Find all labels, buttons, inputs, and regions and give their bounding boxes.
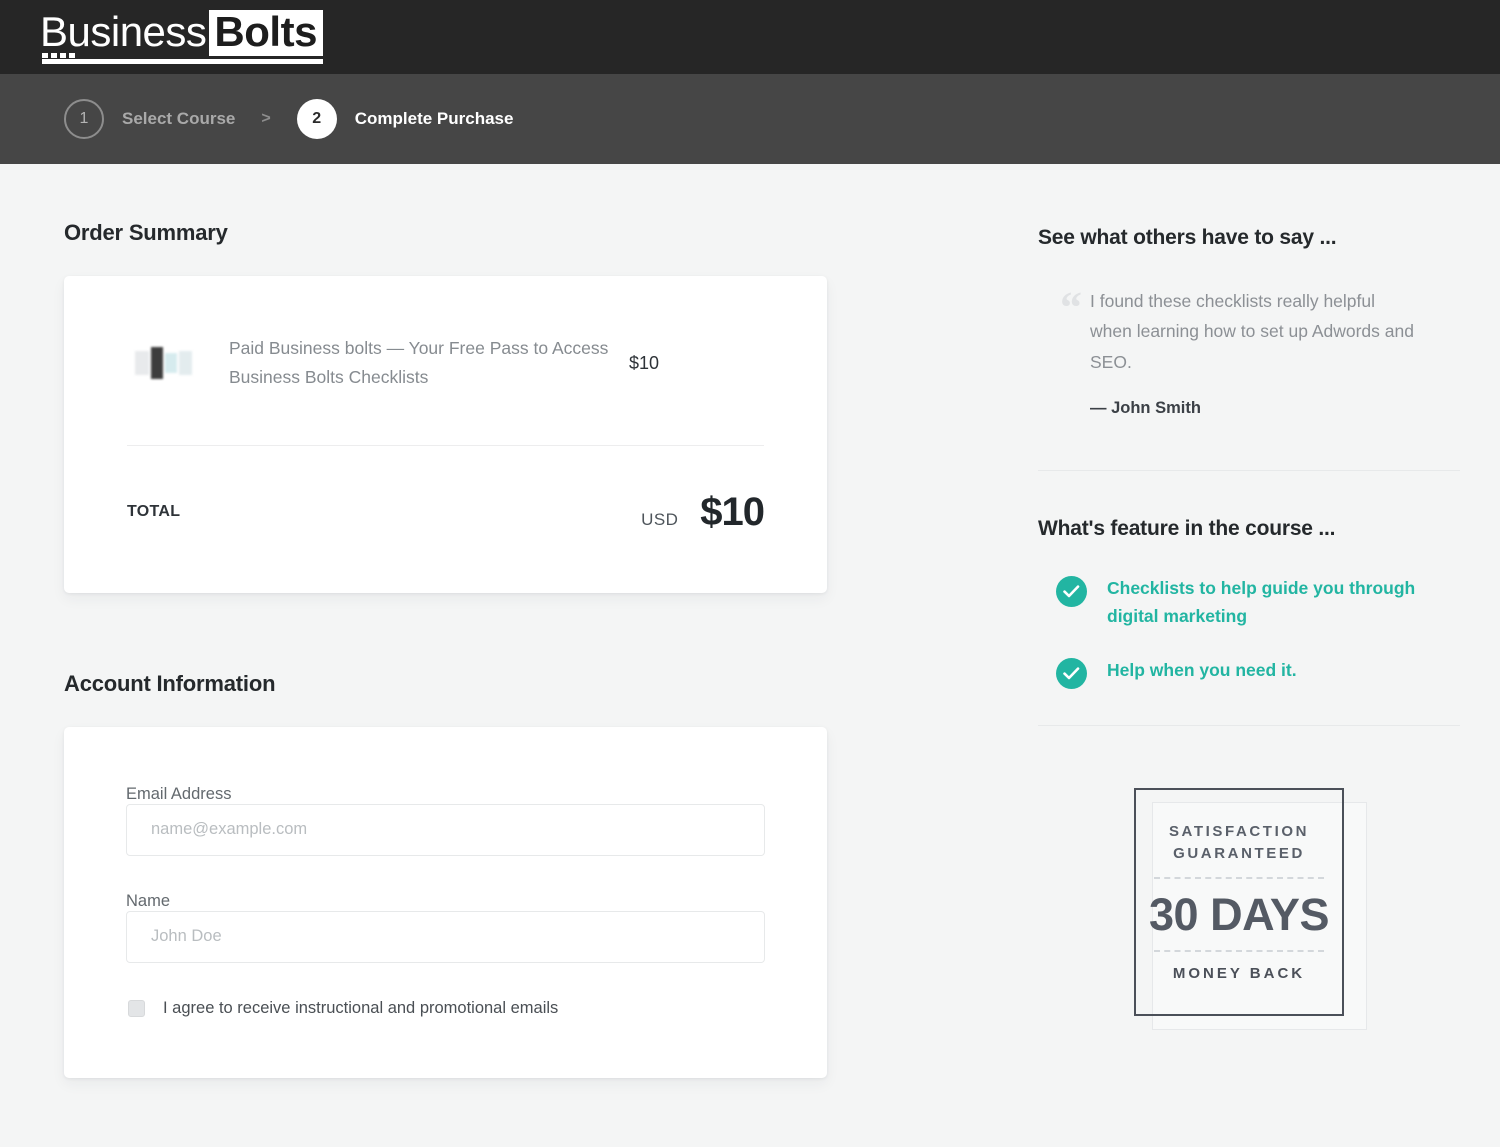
satisfaction-guarantee-badge: SATISFACTION GUARANTEED 30 DAYS MONEY BA…: [1134, 787, 1374, 1038]
name-field-label: Name: [126, 891, 171, 910]
badge-divider-bottom: [1154, 950, 1324, 953]
testimonial-quote: I found these checklists really helpful …: [1090, 291, 1414, 372]
feature-label: Checklists to help guide you through dig…: [1107, 578, 1416, 626]
name-input[interactable]: [126, 910, 765, 963]
order-total-label: TOTAL: [127, 503, 181, 521]
order-total-amount: $10: [700, 489, 765, 534]
step-1-label: Select Course: [122, 109, 236, 128]
badge-line-satisfaction: SATISFACTION: [1168, 822, 1310, 840]
brand-logo[interactable]: Business Bolts: [40, 10, 323, 64]
testimonial-heading: See what others have to say ...: [1038, 226, 1337, 249]
badge-line-guaranteed: GUARANTEED: [1173, 844, 1305, 862]
checkout-main-column: Order Summary Paid Business bolts — Your…: [40, 164, 914, 1078]
site-header: Business Bolts: [0, 0, 1500, 74]
check-circle-icon: [1056, 576, 1087, 608]
list-item: Checklists to help guide you through dig…: [1056, 575, 1460, 630]
badge-money-back: MONEY BACK: [1172, 965, 1306, 983]
email-field-label: Email Address: [126, 784, 232, 803]
checkout-sidebar: See what others have to say ... “ I foun…: [914, 164, 1460, 1078]
testimonial-author: — John Smith: [1090, 399, 1201, 418]
sidebar-divider-1: [1038, 470, 1460, 472]
step-2-number: 2: [296, 99, 337, 139]
order-summary-card: Paid Business bolts — Your Free Pass to …: [64, 276, 827, 593]
consent-checkbox[interactable]: [128, 999, 145, 1017]
badge-days: 30 DAYS: [1149, 889, 1329, 941]
sidebar-divider-2: [1038, 724, 1460, 726]
brand-logo-word-business: Business: [40, 8, 207, 55]
step-select-course[interactable]: 1 Select Course: [64, 99, 235, 139]
checkout-step-nav: 1 Select Course > 2 Complete Purchase: [0, 74, 1500, 164]
quote-mark-icon: “: [1060, 283, 1082, 332]
check-circle-icon: [1056, 657, 1087, 689]
badge-frame: SATISFACTION GUARANTEED 30 DAYS MONEY BA…: [1134, 787, 1344, 1016]
list-item: Help when you need it.: [1056, 657, 1460, 689]
order-line-item: Paid Business bolts — Your Free Pass to …: [127, 276, 764, 446]
email-input[interactable]: [126, 803, 765, 856]
page-body: Order Summary Paid Business bolts — Your…: [0, 164, 1500, 1078]
features-list: Checklists to help guide you through dig…: [1038, 575, 1460, 689]
consent-label: I agree to receive instructional and pro…: [163, 998, 559, 1017]
product-thumbnail-icon: [135, 345, 193, 381]
account-information-card: Email Address Name I agree to receive in…: [64, 726, 827, 1078]
features-heading: What's feature in the course ...: [1038, 517, 1336, 541]
step-1-number: 1: [64, 99, 104, 139]
feature-label: Help when you need it.: [1107, 659, 1297, 680]
step-2-label: Complete Purchase: [354, 109, 514, 128]
brand-logo-underline: [42, 59, 323, 64]
order-item-title: Paid Business bolts — Your Free Pass to …: [229, 338, 609, 388]
order-total-currency: USD: [641, 509, 679, 529]
features-block: What's feature in the course ... Checkli…: [1038, 517, 1460, 689]
testimonial-block: “ I found these checklists really helpfu…: [1038, 283, 1460, 418]
order-item-price: $10: [629, 352, 660, 373]
brand-logo-dashes: [42, 53, 75, 58]
order-summary-title: Order Summary: [64, 220, 228, 245]
badge-divider-top: [1154, 877, 1324, 880]
account-information-title: Account Information: [64, 670, 276, 696]
order-total-row: TOTAL USD $10: [127, 446, 765, 593]
step-separator-icon: >: [261, 110, 271, 127]
brand-logo-word-bolts: Bolts: [209, 10, 323, 56]
consent-row[interactable]: I agree to receive instructional and pro…: [126, 999, 765, 1018]
step-complete-purchase[interactable]: 2 Complete Purchase: [296, 99, 514, 139]
